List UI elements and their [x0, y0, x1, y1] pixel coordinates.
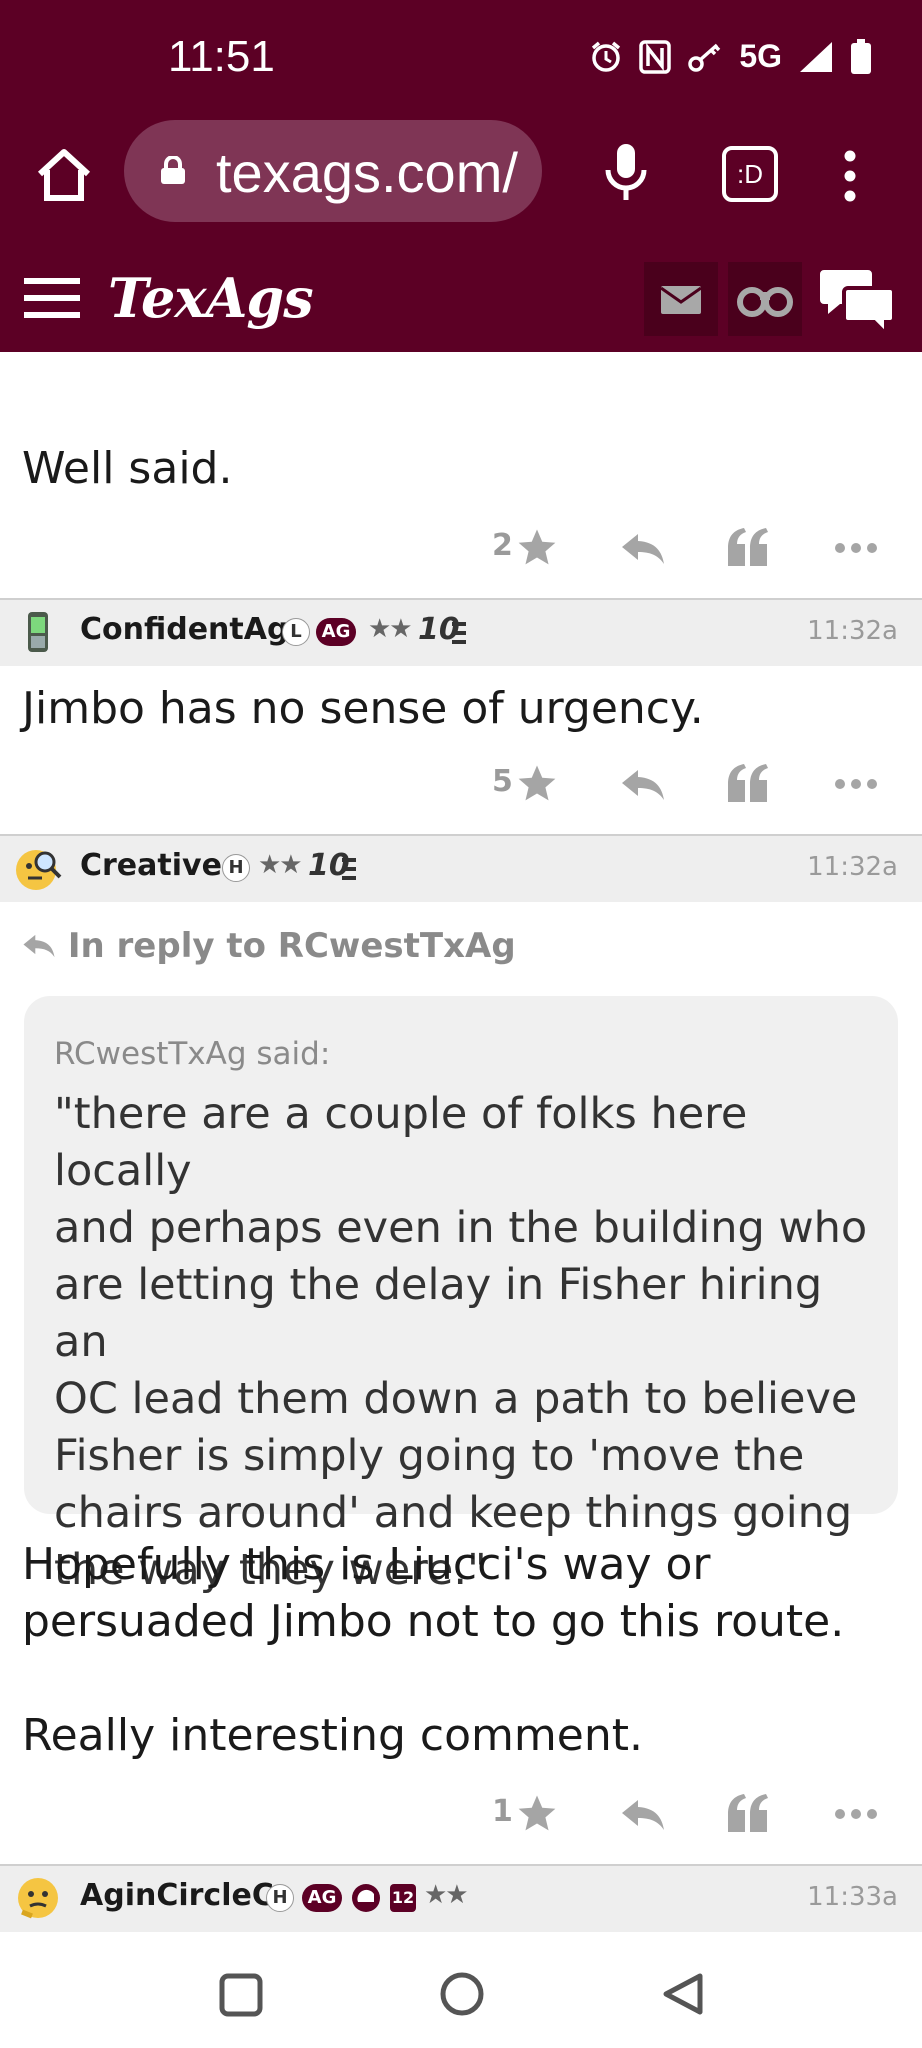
in-reply-to-text: In reply to RCwestTxAg	[67, 926, 516, 966]
browser-url-row: texags.com/ :D	[0, 120, 922, 224]
star-count: 1	[492, 1794, 513, 1829]
android-nav-bar	[0, 1936, 922, 2048]
recent-apps-icon[interactable]	[218, 1972, 264, 2018]
more-horiz-icon[interactable]	[834, 1808, 878, 1820]
post-body: Hopefully this is Liucci's way or persua…	[22, 1536, 844, 1764]
star-count: 2	[492, 528, 513, 563]
more-horiz-icon[interactable]	[834, 542, 878, 554]
post-time: 11:33a	[807, 1882, 898, 1912]
star-icon[interactable]	[516, 526, 558, 568]
quote-line: "there are a couple of folks here locall…	[54, 1089, 748, 1196]
binoculars-icon	[737, 287, 793, 317]
post-line-blank	[22, 1650, 844, 1707]
alarm-icon	[592, 41, 621, 72]
post-line: persuaded Jimbo not to go this route.	[22, 1596, 845, 1647]
badge-l: L	[282, 618, 310, 646]
reply-icon[interactable]	[620, 768, 666, 802]
site-header: TexAgs	[0, 246, 922, 352]
star-icon[interactable]	[516, 1792, 558, 1834]
star-count: 5	[492, 764, 513, 799]
watched-button[interactable]	[728, 262, 802, 336]
battery-icon	[851, 38, 871, 74]
lock-icon	[161, 156, 185, 184]
thinking-emoji-avatar-icon[interactable]	[14, 1874, 62, 1922]
home-icon[interactable]	[34, 144, 94, 204]
post-line: Hopefully this is Liucci's way or	[22, 1539, 711, 1590]
reply-icon[interactable]	[620, 1798, 666, 1832]
mail-icon	[660, 286, 702, 314]
url-text: texags.com/	[216, 141, 518, 204]
badge-12: 12	[390, 1884, 416, 1912]
reply-icon	[23, 934, 55, 958]
key-icon	[688, 43, 721, 72]
quote-line: and perhaps even in the building who	[54, 1203, 868, 1253]
quote-icon[interactable]	[726, 1794, 768, 1832]
post-header: Creative H ★★ 10 11:32a	[0, 834, 922, 902]
tenure-bars-icon	[452, 622, 466, 644]
post-time: 11:32a	[807, 616, 898, 646]
reply-icon[interactable]	[620, 532, 666, 566]
site-logo[interactable]: TexAgs	[108, 266, 314, 330]
badge-ag: AG	[316, 618, 356, 646]
post-body: Well said.	[22, 443, 233, 494]
quote-line: OC lead them down a path to believe	[54, 1374, 858, 1424]
badge-h: H	[266, 1884, 294, 1912]
star-icon[interactable]	[516, 762, 558, 804]
hamburger-menu-icon[interactable]	[24, 276, 80, 320]
username[interactable]: AginCircleC	[80, 1878, 274, 1913]
username[interactable]: ConfidentAg	[80, 612, 288, 647]
stars-rank: ★★	[368, 614, 413, 644]
status-time: 11:51	[168, 32, 275, 81]
badge-ag: AG	[302, 1884, 342, 1912]
post-actions: 1	[0, 1784, 922, 1844]
status-icons: 5G	[589, 38, 872, 75]
phone-avatar-icon[interactable]	[14, 608, 62, 656]
microphone-icon[interactable]	[598, 142, 654, 202]
signal-icon	[800, 41, 832, 72]
tenure-bars-icon	[342, 858, 356, 880]
more-vert-icon[interactable]	[836, 146, 864, 206]
post-actions: 5	[0, 754, 922, 814]
post-body: Jimbo has no sense of urgency.	[22, 683, 704, 734]
quote-icon[interactable]	[726, 764, 768, 802]
messages-button[interactable]	[644, 262, 718, 336]
username[interactable]: Creative	[80, 848, 222, 883]
quote-line: chairs around' and keep things going	[54, 1488, 853, 1538]
post-line: Really interesting comment.	[22, 1710, 643, 1761]
quote-text: "there are a couple of folks here locall…	[54, 1086, 884, 1599]
helmet-badge-icon	[352, 1884, 380, 1912]
nfc-icon	[639, 39, 672, 74]
tab-switcher-button[interactable]: :D	[722, 146, 778, 202]
chat-icon[interactable]	[818, 266, 898, 336]
badge-h: H	[222, 854, 250, 882]
post-actions: 2	[0, 518, 922, 578]
quote-line: Fisher is simply going to 'move the	[54, 1431, 805, 1481]
more-horiz-icon[interactable]	[834, 778, 878, 790]
home-nav-icon[interactable]	[438, 1970, 486, 2018]
stars-rank: ★★	[424, 1880, 469, 1910]
in-reply-to-link[interactable]: In reply to RCwestTxAg	[22, 926, 516, 966]
detective-emoji-avatar-icon[interactable]	[14, 844, 62, 892]
browser-top-bar: 11:51 5G texags.com/ :D TexAgs	[0, 0, 922, 352]
quote-block: RCwestTxAg said: "there are a couple of …	[24, 996, 898, 1595]
post-header: ConfidentAg L AG ★★ 10 11:32a	[0, 598, 922, 666]
address-bar[interactable]: texags.com/	[124, 120, 542, 222]
status-bar: 11:51 5G	[0, 0, 922, 120]
quote-author: RCwestTxAg said:	[54, 1036, 331, 1072]
post-header: AginCircleC H AG 12 ★★ 11:33a	[0, 1864, 922, 1932]
stars-rank: ★★	[258, 850, 303, 880]
quote-line: are letting the delay in Fisher hiring a…	[54, 1260, 823, 1367]
quote-icon[interactable]	[726, 528, 768, 566]
post-time: 11:32a	[807, 852, 898, 882]
network-label: 5G	[739, 38, 782, 74]
back-nav-icon[interactable]	[660, 1970, 706, 2018]
